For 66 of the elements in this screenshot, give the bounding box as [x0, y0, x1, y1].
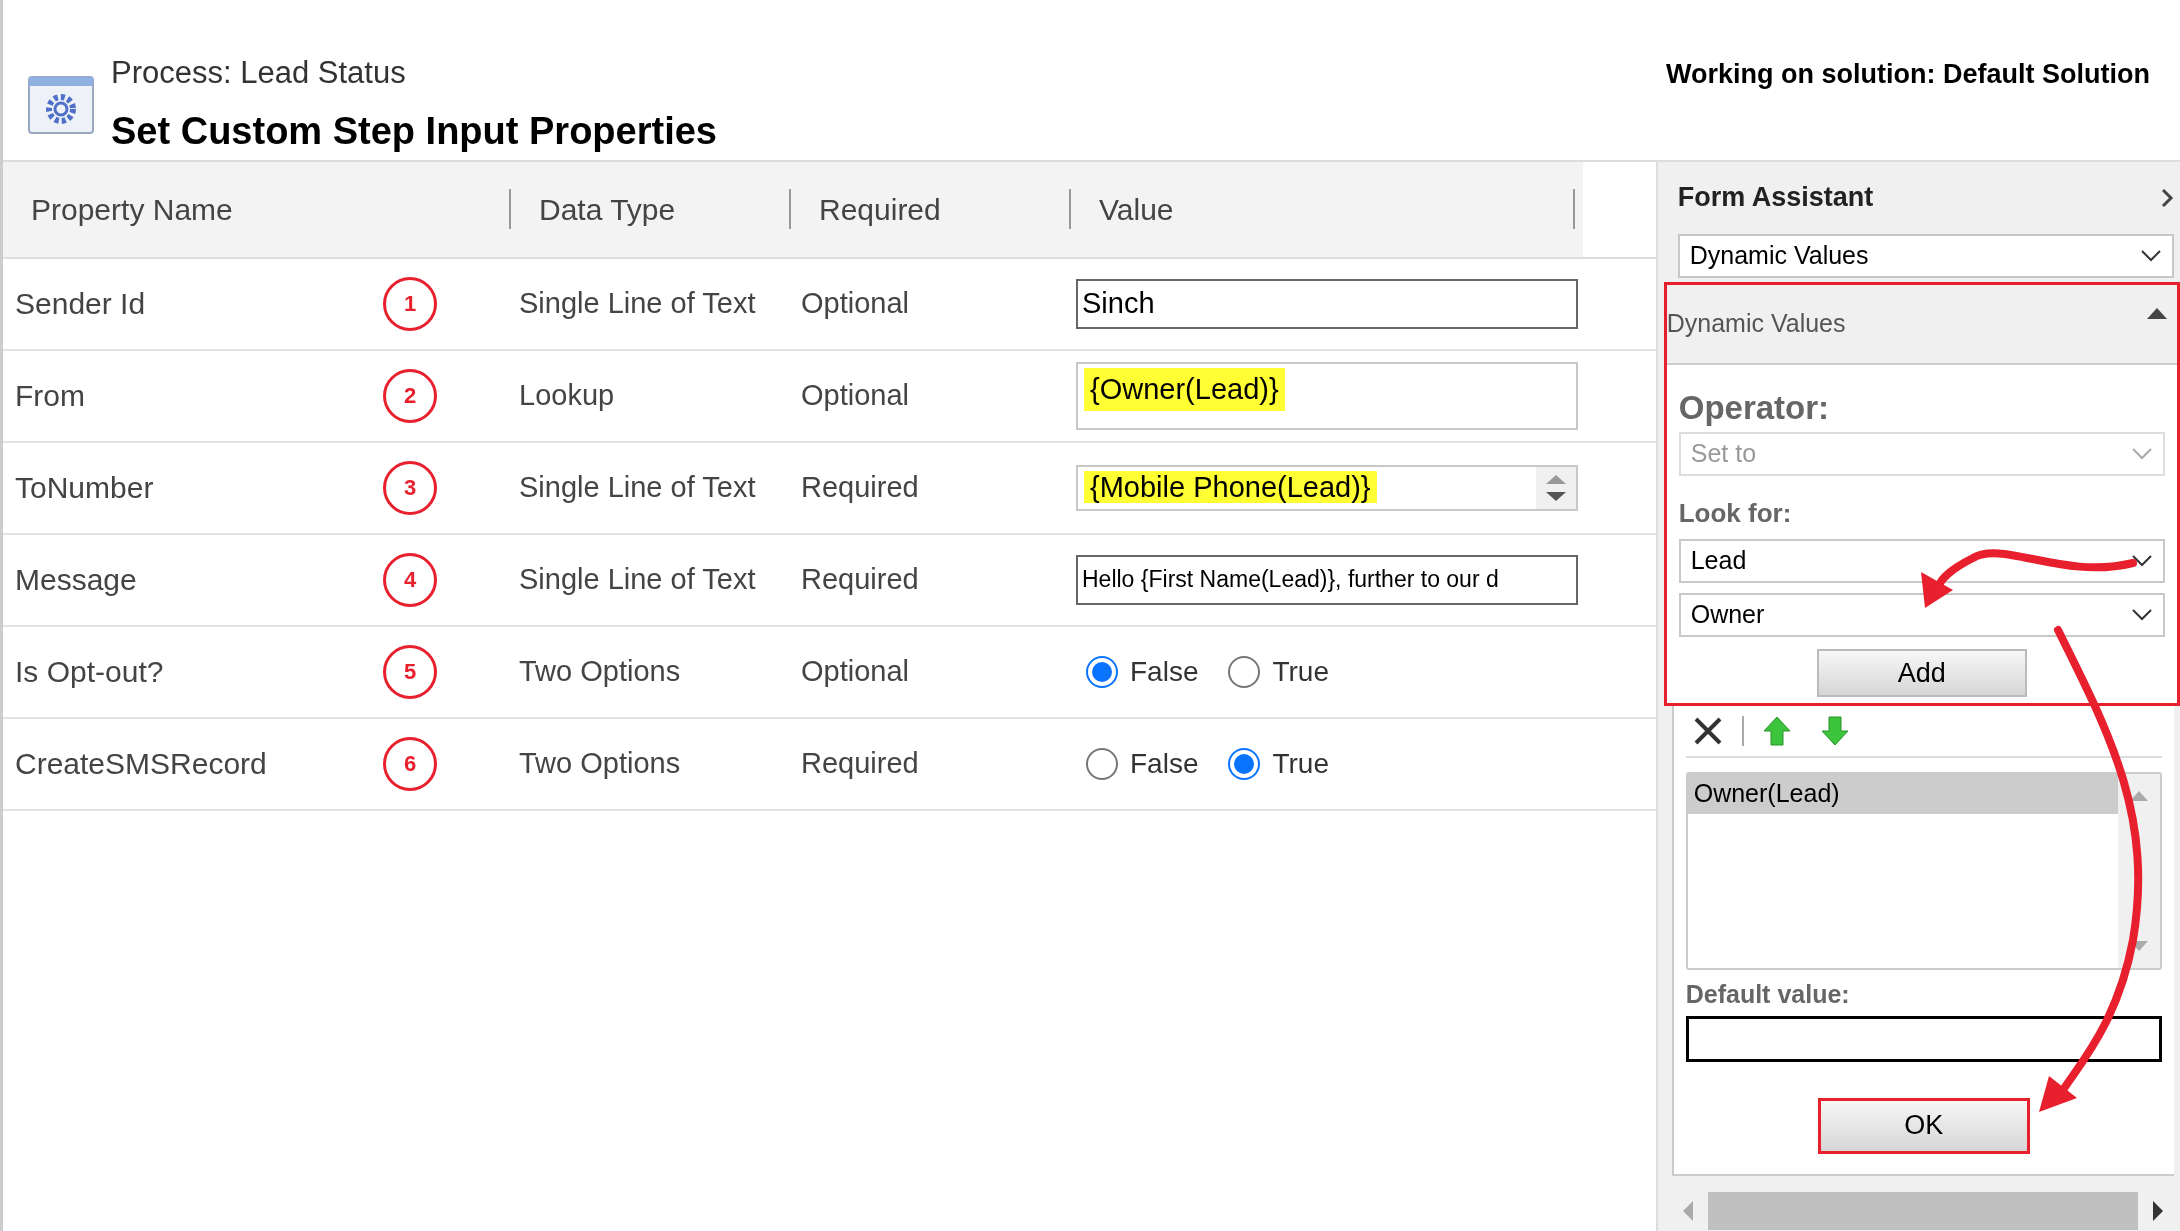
- data-type: Two Options: [518, 653, 682, 689]
- number-marker: 4: [383, 552, 437, 607]
- number-marker: 5: [383, 644, 437, 699]
- required-status: Required: [800, 469, 920, 505]
- radio-button[interactable]: [1228, 747, 1261, 780]
- ok-button[interactable]: OK: [1817, 1097, 2030, 1154]
- property-name: CreateSMSRecord: [14, 746, 268, 782]
- text-field[interactable]: {Mobile Phone(Lead)}: [1076, 464, 1578, 511]
- radio-label: False: [1130, 746, 1199, 781]
- data-type: Single Line of Text: [518, 469, 757, 505]
- required-status: Required: [800, 745, 920, 781]
- number-marker: 1: [383, 276, 437, 331]
- chevron-right-icon[interactable]: [2160, 186, 2174, 209]
- column-header: Data Type: [539, 191, 676, 228]
- entity-dropdown[interactable]: Lead: [1678, 539, 2165, 583]
- required-status: Optional: [800, 285, 910, 321]
- property-name: Message: [14, 562, 138, 598]
- radio-button[interactable]: [1086, 655, 1118, 688]
- chevron-down-icon: [2131, 554, 2153, 568]
- default-value-label: Default value:: [1685, 979, 1851, 1010]
- radio-button[interactable]: [1228, 655, 1261, 688]
- property-name: ToNumber: [14, 470, 155, 506]
- chevron-down-icon: [2131, 447, 2153, 461]
- chevron-down-icon: [2131, 608, 2153, 622]
- solution-label: Working on solution: Default Solution: [1666, 58, 2150, 91]
- data-type: Single Line of Text: [518, 285, 757, 321]
- spinner-arrows-icon[interactable]: [1536, 466, 1576, 509]
- number-marker: 2: [383, 368, 437, 423]
- number-marker: 3: [383, 460, 437, 515]
- panel-title: Form Assistant: [1677, 181, 1874, 215]
- scroll-up-icon[interactable]: [2129, 790, 2149, 802]
- column-header: Required: [819, 191, 941, 228]
- list-item[interactable]: Owner(Lead): [1687, 774, 2118, 814]
- radio-button[interactable]: [1086, 747, 1118, 780]
- arrow-up-icon[interactable]: [1761, 715, 1792, 747]
- attribute-dropdown[interactable]: Owner: [1678, 593, 2165, 637]
- default-value-field[interactable]: [1685, 1015, 2162, 1062]
- radio-label: False: [1130, 654, 1199, 689]
- text-field[interactable]: Hello {First Name(Lead)}, further to our d: [1076, 554, 1578, 605]
- property-name: From: [14, 378, 86, 414]
- chevron-down-icon: [2140, 248, 2162, 263]
- horizontal-scrollbar-thumb[interactable]: [1707, 1191, 2138, 1230]
- look-for-label: Look for:: [1678, 497, 1793, 530]
- radio-label: True: [1272, 654, 1329, 689]
- operator-label: Operator:: [1678, 387, 1831, 428]
- data-type: Two Options: [518, 745, 682, 781]
- column-header: Value: [1099, 191, 1174, 228]
- arrow-down-icon[interactable]: [1819, 715, 1850, 747]
- column-header: Property Name: [31, 191, 233, 228]
- required-status: Optional: [800, 377, 910, 413]
- data-type: Single Line of Text: [518, 561, 757, 597]
- section-title: Dynamic Values: [1666, 307, 1846, 339]
- number-marker: 6: [383, 736, 437, 791]
- property-name: Sender Id: [14, 286, 147, 322]
- mode-dropdown[interactable]: Dynamic Values: [1677, 233, 2174, 278]
- process-subtitle: Process: Lead Status: [111, 54, 407, 92]
- text-field[interactable]: Sinch: [1076, 278, 1578, 329]
- radio-label: True: [1272, 746, 1329, 781]
- required-status: Optional: [800, 653, 910, 689]
- property-name: Is Opt-out?: [14, 654, 165, 690]
- required-status: Required: [800, 561, 920, 597]
- add-button[interactable]: Add: [1816, 649, 2027, 697]
- lookup-field[interactable]: {Owner(Lead)}: [1076, 361, 1578, 430]
- scroll-right-icon[interactable]: [2152, 1199, 2164, 1222]
- page-title: Set Custom Step Input Properties: [111, 108, 717, 154]
- data-type: Lookup: [518, 377, 616, 413]
